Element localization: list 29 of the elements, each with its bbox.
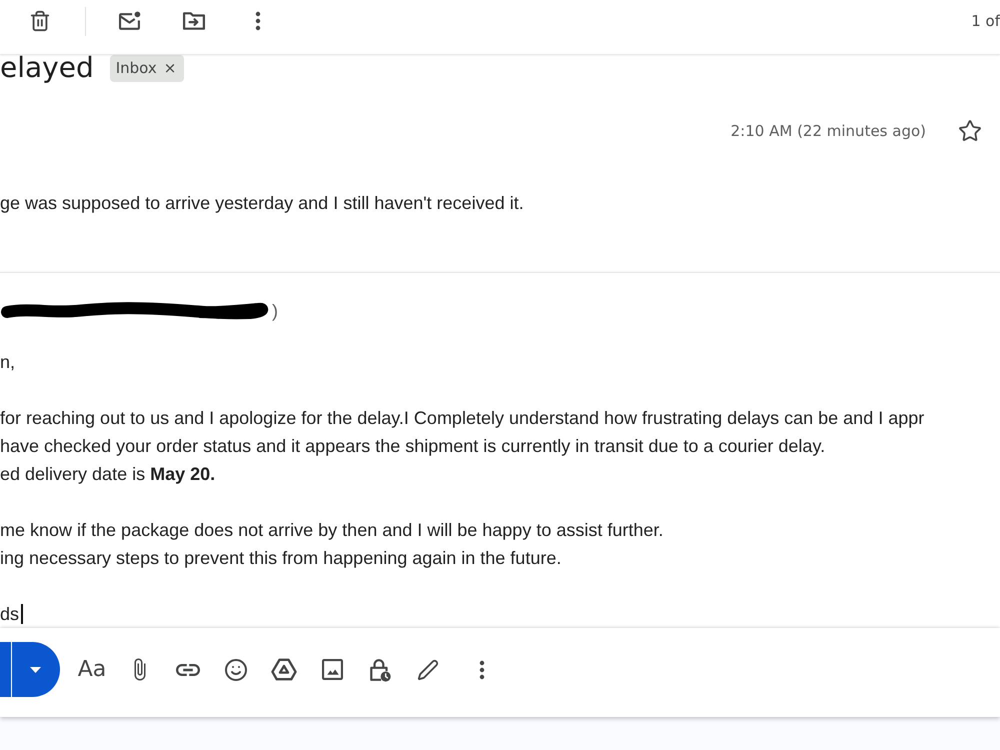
formatting-button[interactable]: Aa [72, 650, 112, 690]
recipient-text: ) [272, 300, 278, 322]
link-icon [176, 664, 200, 676]
smiley-icon [224, 658, 248, 682]
email-subject: elayed [0, 54, 94, 82]
send-options-button[interactable] [12, 642, 60, 697]
reply-text: for reaching out to us and I apologize for the delay.I Completely understand how frustrating delays can be and I appr [0, 407, 924, 430]
message-text: ge was supposed to arrive yesterday and I still haven't received it. [0, 192, 525, 215]
reply-text: have checked your order status and it appears the shipment is currently in transit due to a courier delay. [0, 435, 826, 458]
trash-icon [29, 10, 51, 32]
envelope-dot-icon [119, 11, 141, 31]
caret-down-icon [30, 666, 40, 672]
reply-text: ds [0, 603, 20, 626]
reply-text: me know if the package does not arrive by then and I will be happy to assist further. [0, 519, 664, 542]
paperclip-icon [134, 658, 146, 681]
image-icon [322, 659, 342, 680]
label-text: Inbox [116, 58, 157, 78]
pen-icon [417, 658, 439, 680]
timestamp: 2:10 AM (22 minutes ago) [730, 121, 926, 141]
lock-clock-icon [369, 658, 391, 682]
pagination-text: 1 of [971, 11, 1000, 32]
reply-text: n, [0, 351, 16, 374]
folder-arrow-icon [183, 12, 205, 30]
remove-label-button[interactable]: × [164, 59, 176, 77]
reply-text: ing necessary steps to prevent this from happening again in the future. [0, 547, 562, 570]
triangle-icon [271, 658, 297, 681]
more-icon [479, 660, 485, 680]
reply-text: ed delivery date is May 20. [0, 463, 216, 486]
more-icon [255, 11, 261, 31]
